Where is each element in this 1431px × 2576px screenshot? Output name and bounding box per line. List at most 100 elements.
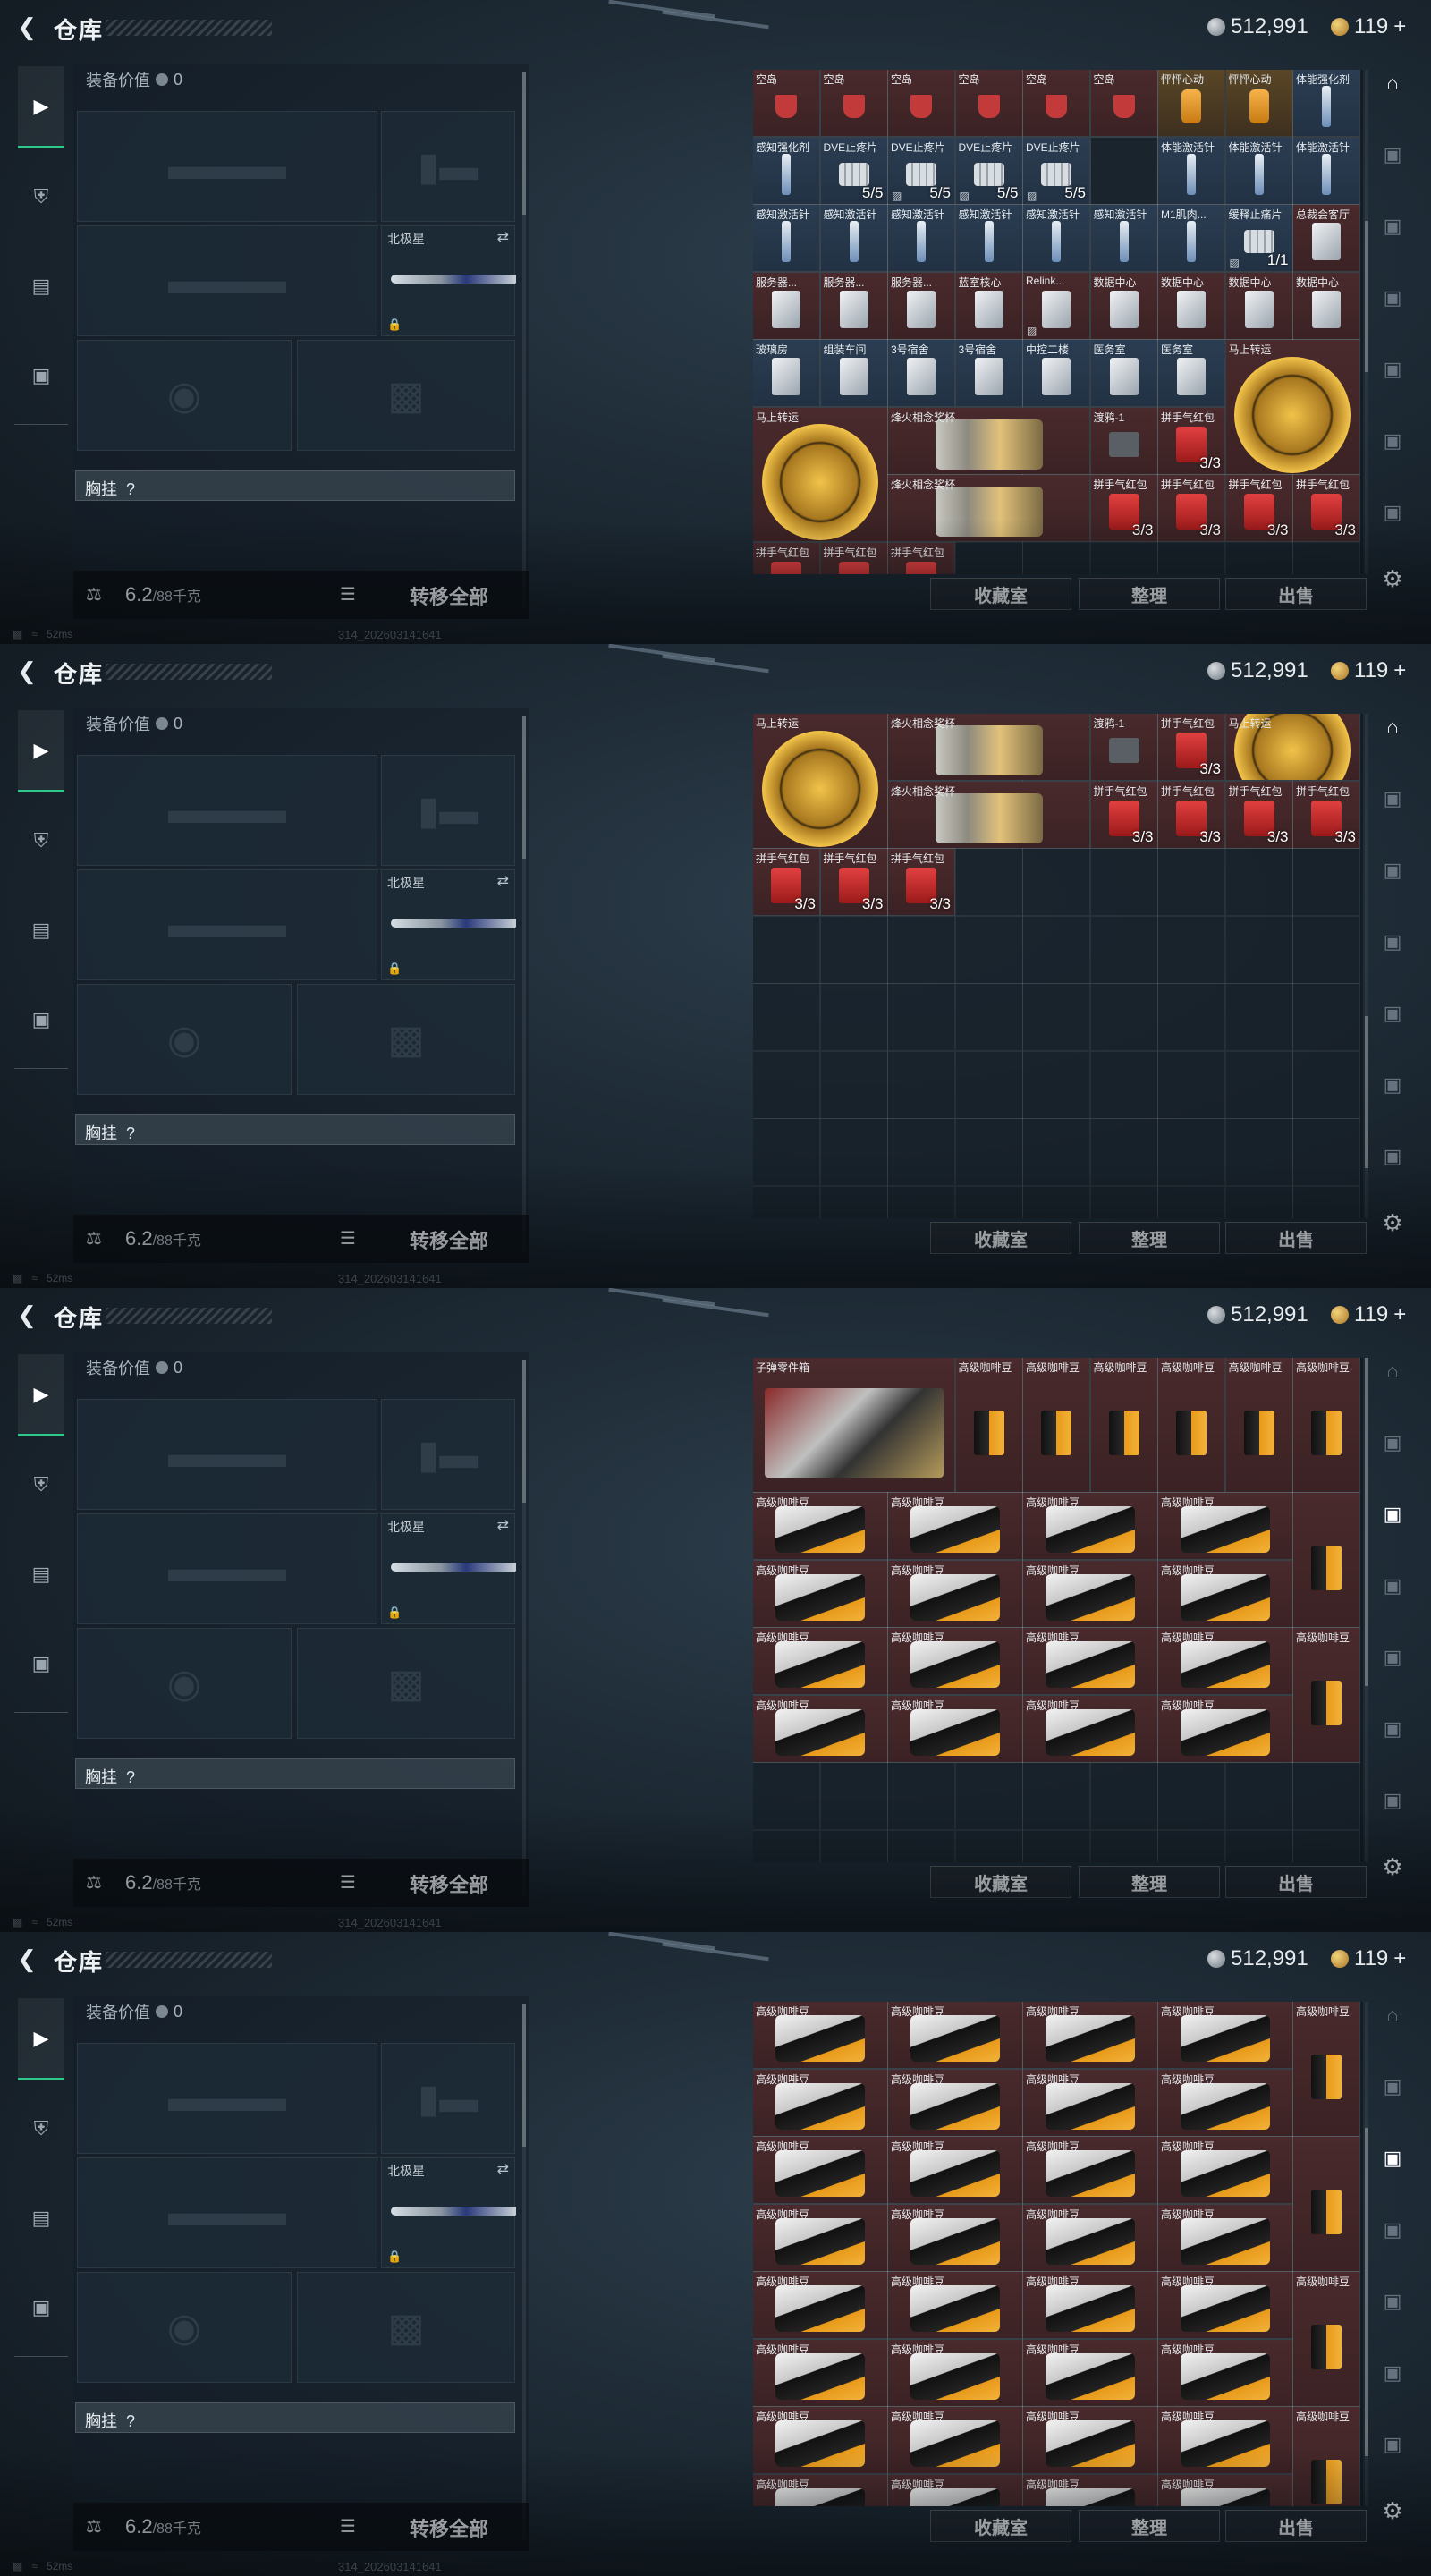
chest-rig-slot[interactable]: 胸挂 ?	[75, 1114, 515, 1145]
inventory-item[interactable]: 高级咖啡豆	[1157, 1559, 1293, 1628]
inventory-item[interactable]: 空岛	[819, 70, 888, 137]
inventory-item[interactable]: 拼手气红包 3/3	[1224, 474, 1293, 542]
body-armor-slot[interactable]: ▩	[297, 2272, 515, 2383]
sell-button[interactable]: 出售	[1225, 1222, 1367, 1254]
empty-grid-cell[interactable]	[1022, 1829, 1090, 1862]
warehouse-page-icon[interactable]: ▣	[1376, 496, 1410, 530]
inventory-item[interactable]: 高级咖啡豆	[887, 2338, 1023, 2407]
warehouse-scrollbar[interactable]	[1365, 714, 1368, 1218]
empty-grid-cell[interactable]	[819, 1829, 888, 1862]
secondary-weapon-slot[interactable]: ▬▬▬	[77, 225, 377, 336]
inventory-item[interactable]: 怦怦心动	[1157, 70, 1225, 137]
help-icon[interactable]: ?	[126, 1124, 135, 1142]
inventory-item[interactable]: 数据中心	[1157, 271, 1225, 340]
inventory-item[interactable]: 感知激活针	[1022, 204, 1090, 272]
nav-weapons-tab[interactable]: ▶	[18, 66, 64, 148]
warehouse-page-icon[interactable]: ▣	[1376, 925, 1410, 959]
inventory-item[interactable]: 空岛	[1022, 70, 1090, 137]
inventory-item[interactable]: 高级咖啡豆	[1022, 2271, 1158, 2339]
inventory-item[interactable]: 高级咖啡豆	[1022, 2136, 1158, 2204]
equipment-scrollbar[interactable]	[522, 2004, 526, 2540]
melee-slot[interactable]: 北极星 ⇄ 🔒	[381, 1513, 516, 1624]
inventory-item[interactable]: 感知激活针	[819, 204, 888, 272]
settings-gear-icon[interactable]: ⚙	[1377, 565, 1408, 596]
inventory-item[interactable]: 高级咖啡豆	[887, 1694, 1023, 1763]
secondary-weapon-slot[interactable]: ▬▬▬	[77, 1513, 377, 1624]
warehouse-page-icon[interactable]: ▣	[1376, 853, 1410, 887]
scroll-thumb[interactable]	[1365, 1016, 1368, 1168]
inventory-item[interactable]: 高级咖啡豆	[1157, 1358, 1225, 1493]
inventory-item[interactable]: 感知强化剂	[753, 136, 820, 205]
inventory-item[interactable]: 高级咖啡豆	[1022, 2338, 1158, 2407]
empty-grid-cell[interactable]	[1157, 983, 1225, 1051]
empty-grid-cell[interactable]	[954, 1118, 1023, 1186]
collection-room-button[interactable]: 收藏室	[930, 1866, 1071, 1898]
empty-grid-cell[interactable]	[753, 915, 820, 984]
empty-grid-cell[interactable]	[1292, 541, 1360, 574]
inventory-item[interactable]: 拼手气红包 3/3	[819, 848, 888, 916]
warehouse-page-icon[interactable]: ▣	[1376, 2356, 1410, 2390]
inventory-item[interactable]: 高级咖啡豆	[1157, 1492, 1293, 1560]
inventory-item[interactable]: 高级咖啡豆	[1022, 1492, 1158, 1560]
warehouse-page-icon[interactable]: ▣	[1376, 209, 1410, 243]
inventory-item[interactable]: 高级咖啡豆	[1157, 2271, 1293, 2339]
inventory-item[interactable]: 子弹零件箱	[753, 1358, 955, 1493]
empty-grid-cell[interactable]	[887, 1050, 955, 1119]
add-gold-button[interactable]: +	[1393, 1302, 1406, 1327]
nav-weapons-tab[interactable]: ▶	[18, 710, 64, 792]
empty-grid-cell[interactable]	[1089, 1185, 1158, 1218]
empty-grid-cell[interactable]	[1022, 1050, 1090, 1119]
empty-grid-cell[interactable]	[1224, 1050, 1293, 1119]
pistol-slot[interactable]: ▮▬	[381, 2043, 515, 2154]
inventory-item[interactable]: 高级咖啡豆	[1157, 2136, 1293, 2204]
empty-grid-cell[interactable]	[887, 1118, 955, 1186]
add-gold-button[interactable]: +	[1393, 14, 1406, 39]
inventory-item[interactable]: 空岛	[887, 70, 955, 137]
inventory-item[interactable]: 数据中心	[1089, 271, 1158, 340]
empty-grid-cell[interactable]	[1089, 1050, 1158, 1119]
empty-grid-cell[interactable]	[1292, 1762, 1360, 1830]
inventory-item[interactable]: 拼手气红包 3/3	[1089, 474, 1158, 542]
inventory-item[interactable]: 高级咖啡豆	[753, 1627, 888, 1695]
inventory-item[interactable]: 3号宿舍	[887, 339, 955, 407]
add-gold-button[interactable]: +	[1393, 658, 1406, 683]
empty-grid-cell[interactable]	[1022, 541, 1090, 574]
inventory-item[interactable]: 高级咖啡豆	[1022, 2203, 1158, 2272]
inventory-item[interactable]: 拼手气红包 3/3	[1089, 780, 1158, 849]
inventory-item[interactable]: 感知激活针	[1089, 204, 1158, 272]
empty-grid-cell[interactable]	[1224, 1762, 1293, 1830]
settings-gear-icon[interactable]: ⚙	[1377, 1209, 1408, 1240]
empty-grid-cell[interactable]	[1224, 1185, 1293, 1218]
sell-button[interactable]: 出售	[1225, 2510, 1367, 2542]
nav-case-tab[interactable]: ▣	[18, 335, 64, 417]
sort-button[interactable]: 整理	[1079, 1222, 1220, 1254]
inventory-item[interactable]: 高级咖啡豆	[1157, 2002, 1293, 2069]
swap-icon[interactable]: ⇄	[497, 228, 509, 246]
melee-slot[interactable]: 北极星 ⇄ 🔒	[381, 2157, 516, 2268]
sort-button[interactable]: 整理	[1079, 1866, 1220, 1898]
nav-case-tab[interactable]: ▣	[18, 1623, 64, 1705]
help-icon[interactable]: ?	[126, 480, 135, 498]
warehouse-page-icon[interactable]: ▣	[1376, 1784, 1410, 1818]
empty-grid-cell[interactable]	[1157, 848, 1225, 916]
empty-grid-cell[interactable]	[1089, 1829, 1158, 1862]
inventory-item[interactable]: 拼手气红包 3/3	[1292, 474, 1360, 542]
inventory-item[interactable]: 高级咖啡豆	[1022, 1559, 1158, 1628]
empty-grid-cell[interactable]	[819, 1118, 888, 1186]
gold-currency[interactable]: 119 +	[1331, 14, 1406, 39]
empty-grid-cell[interactable]	[887, 1185, 955, 1218]
inventory-item[interactable]: 高级咖啡豆	[1292, 1627, 1360, 1763]
back-arrow-icon[interactable]: ❮	[13, 1301, 41, 1329]
inventory-item[interactable]: 拼手气红包 3/3	[1157, 780, 1225, 849]
inventory-item[interactable]: 高级咖啡豆	[1022, 1694, 1158, 1763]
inventory-item[interactable]: 马上转运	[753, 406, 888, 542]
collection-room-button[interactable]: 收藏室	[930, 2510, 1071, 2542]
inventory-item[interactable]: 高级咖啡豆	[1022, 2473, 1158, 2506]
equipment-scrollbar[interactable]	[522, 72, 526, 608]
inventory-item[interactable]: 体能强化剂	[1292, 70, 1360, 137]
warehouse-grid[interactable]: 高级咖啡豆 高级咖啡豆 高级咖啡豆 高级咖啡豆 高级咖啡豆 高级咖啡豆 高级咖啡豆 高级咖啡豆…	[753, 2002, 1363, 2506]
nav-items-tab[interactable]: ▤	[18, 1533, 64, 1615]
warehouse-home-icon[interactable]: ⌂	[1376, 66, 1410, 100]
sell-button[interactable]: 出售	[1225, 578, 1367, 610]
warehouse-page-icon[interactable]: ▣	[1376, 996, 1410, 1030]
